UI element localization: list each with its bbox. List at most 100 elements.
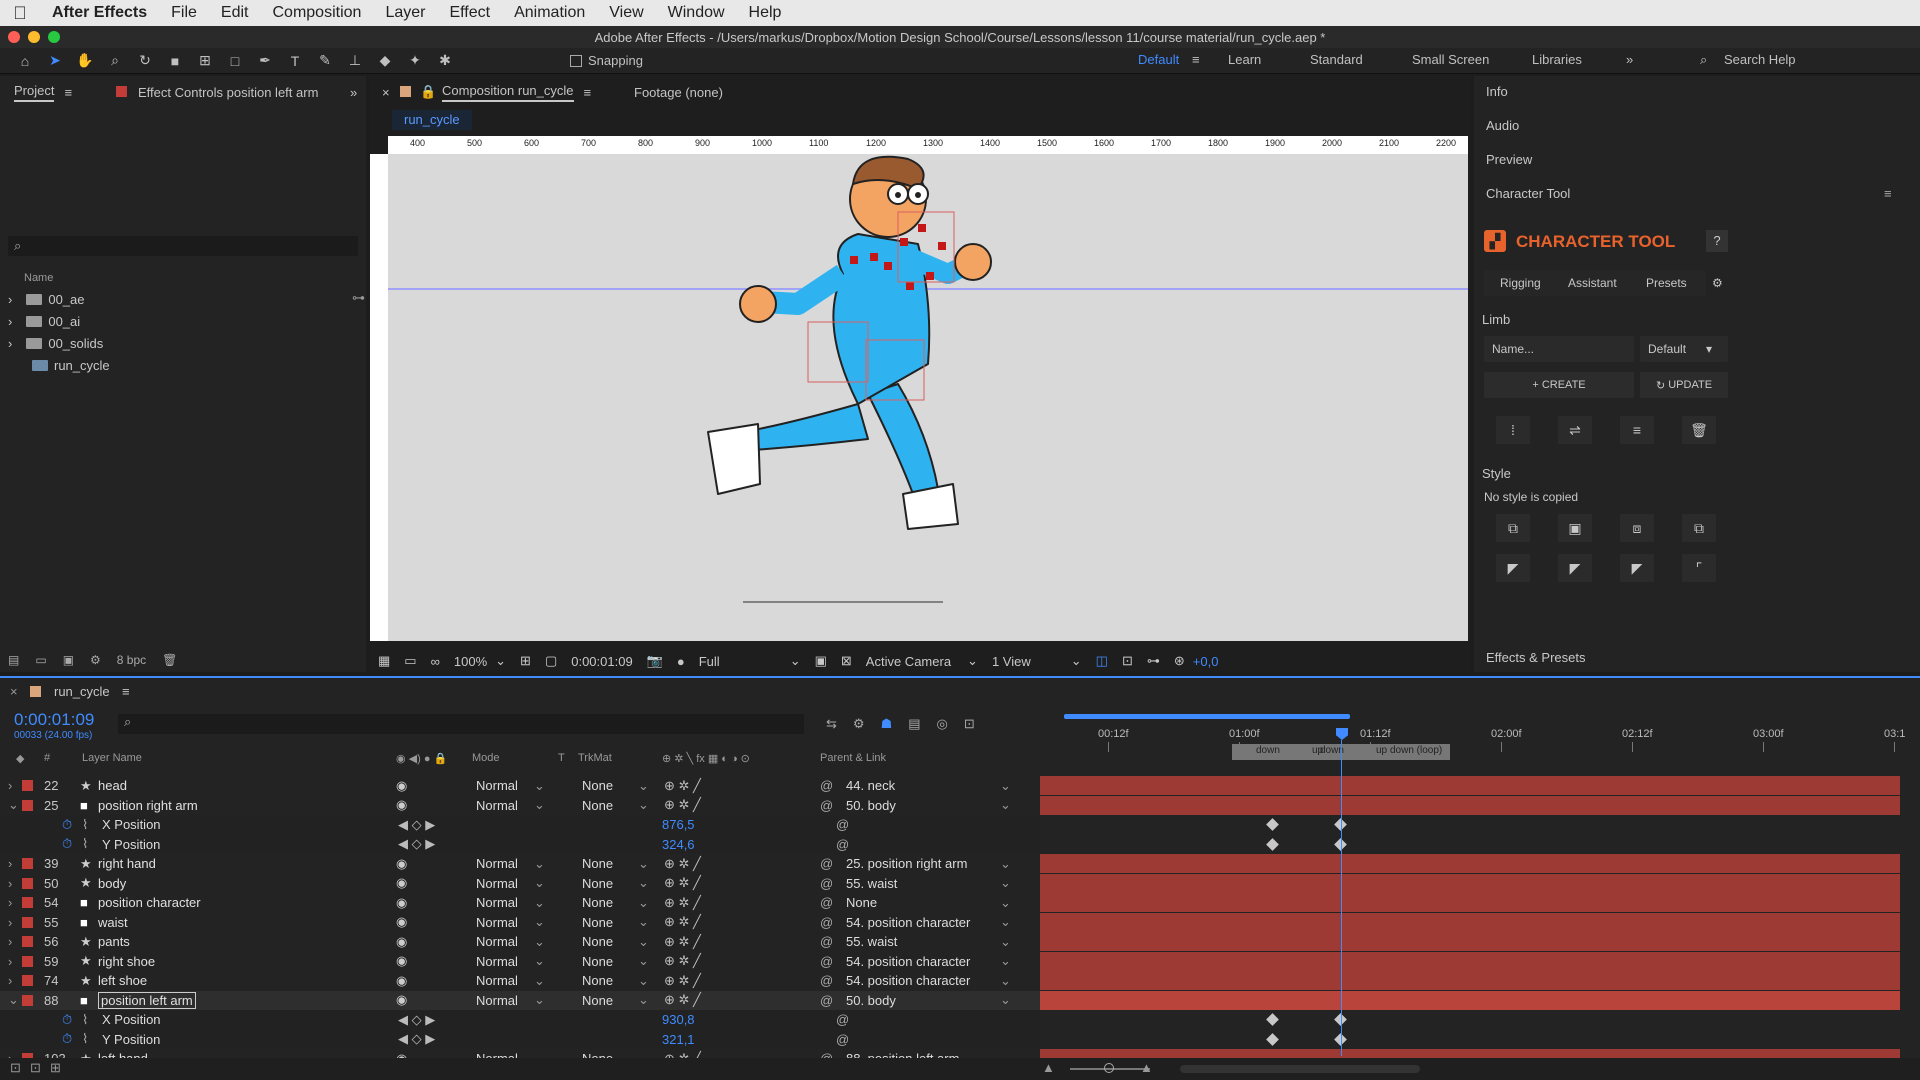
corner-style-3-icon[interactable]: ◤ — [1620, 554, 1654, 582]
graph-icon[interactable]: ⌇ — [82, 817, 88, 833]
chevron-right-icon[interactable]: › — [8, 915, 12, 930]
parent-dropdown[interactable]: None — [846, 895, 877, 910]
pick-whip-icon[interactable]: @ — [820, 778, 833, 793]
layer-row[interactable]: › 54 ■ position character ◉ Normal ⌄ None ⌄ ⊕ ✲ ╱… — [0, 893, 1040, 912]
shy-layers-icon[interactable]: ☗ — [881, 716, 893, 732]
chevron-right-icon[interactable]: › — [8, 856, 12, 871]
pan-behind-tool-icon[interactable]: ⊞ — [192, 50, 218, 72]
menu-layer[interactable]: Layer — [373, 4, 437, 22]
chevron-right-icon[interactable]: › — [8, 954, 12, 969]
layer-label-swatch[interactable] — [22, 916, 33, 928]
delete-icon[interactable]: 🗑 — [162, 653, 177, 667]
chevron-down-icon[interactable]: ⌄ — [638, 992, 649, 1008]
visibility-eye-icon[interactable]: ◉ — [396, 934, 407, 950]
info-panel-header[interactable]: Info — [1486, 84, 1508, 99]
layer-switches[interactable]: ⊕ ✲ ╱ — [664, 992, 701, 1008]
toggle-switches-icon[interactable]: ⊡ — [10, 1060, 21, 1076]
create-button[interactable]: + CREATE — [1484, 372, 1634, 398]
chevron-right-icon[interactable]: › — [8, 292, 12, 307]
layer-switches[interactable]: ⊕ ✲ ╱ — [664, 797, 701, 813]
draft-3d-icon[interactable]: ⚙ — [853, 716, 865, 732]
close-tab-icon[interactable]: × — [382, 78, 390, 106]
expression-pick-whip-icon[interactable]: @ — [836, 1012, 849, 1027]
rotate-tool-icon[interactable]: ↻ — [132, 50, 158, 72]
timeline-scrollbar[interactable] — [1180, 1065, 1420, 1073]
chevron-down-icon[interactable]: ⌄ — [1000, 875, 1011, 891]
chevron-down-icon[interactable]: ⌄ — [638, 973, 649, 989]
copy-style-icon[interactable]: ⧉ — [1496, 514, 1530, 542]
blend-mode-dropdown[interactable]: Normal — [476, 934, 518, 949]
preview-panel-header[interactable]: Preview — [1486, 152, 1532, 167]
rectangle-tool-icon[interactable]: □ — [222, 50, 248, 72]
layer-duration-bar[interactable] — [1040, 912, 1900, 932]
composition-tab[interactable]: Composition run_cycle ≡ — [442, 78, 591, 106]
layer-name[interactable]: right shoe — [98, 954, 155, 969]
property-row[interactable]: ⏱ ⌇ Y Position ◀ ◇ ▶ 324,6 @ — [0, 834, 1040, 854]
property-row[interactable]: ⏱ ⌇ X Position ◀ ◇ ▶ 876,5 @ — [0, 815, 1040, 834]
views-dropdown[interactable]: 1 View — [992, 654, 1031, 669]
blend-mode-dropdown[interactable]: Normal — [476, 798, 518, 813]
panel-menu-icon[interactable]: ≡ — [584, 85, 592, 100]
new-composition-icon[interactable]: ▣ — [63, 653, 74, 667]
trkmat-dropdown[interactable]: None — [582, 915, 613, 930]
menu-window[interactable]: Window — [656, 4, 737, 22]
limb-name-input[interactable]: Name... — [1484, 336, 1634, 362]
layer-label-swatch[interactable] — [22, 994, 33, 1006]
layer-name-header[interactable]: Layer Name — [82, 752, 142, 764]
chevron-down-icon[interactable]: ⌄ — [534, 856, 545, 872]
blend-mode-dropdown[interactable]: Normal — [476, 876, 518, 891]
rig-joints-icon[interactable]: ⁞ — [1496, 416, 1530, 444]
toggle-pixel-aspect-icon[interactable]: ◫ — [1096, 653, 1108, 669]
effect-controls-tab[interactable]: Effect Controls position left arm — [138, 78, 318, 106]
t-header[interactable]: T — [558, 752, 565, 764]
project-item-run-cycle[interactable]: run_cycle — [8, 354, 110, 376]
trkmat-dropdown[interactable]: None — [582, 993, 613, 1008]
trkmat-header[interactable]: TrkMat — [578, 752, 612, 764]
layer-duration-bar[interactable] — [1040, 873, 1900, 893]
always-preview-icon[interactable]: ▦ — [378, 653, 390, 669]
chevron-down-icon[interactable]: ⌄ — [638, 953, 649, 969]
chevron-down-icon[interactable]: ⌄ — [534, 875, 545, 891]
help-button[interactable]: ? — [1706, 230, 1728, 252]
menu-animation[interactable]: Animation — [502, 4, 597, 22]
chevron-down-icon[interactable]: ⌄ — [1000, 895, 1011, 911]
layer-name[interactable]: left shoe — [98, 973, 147, 988]
layer-label-swatch[interactable] — [22, 877, 33, 889]
minimize-window-button[interactable] — [28, 31, 40, 43]
trkmat-dropdown[interactable]: None — [582, 973, 613, 988]
paste-style-icon[interactable]: ▣ — [1558, 514, 1592, 542]
snapshot-icon[interactable]: 📷 — [647, 653, 663, 669]
visibility-eye-icon[interactable]: ◉ — [396, 953, 407, 969]
puppet-tool-icon[interactable]: ✱ — [432, 50, 458, 72]
hand-tool-icon[interactable]: ✋ — [72, 50, 98, 72]
blend-mode-dropdown[interactable]: Normal — [476, 954, 518, 969]
panel-menu-icon[interactable]: ≡ — [64, 85, 72, 100]
chevron-down-icon[interactable]: ⌄ — [638, 914, 649, 930]
stopwatch-icon[interactable]: ⏱ — [62, 836, 72, 852]
menu-view[interactable]: View — [597, 4, 655, 22]
comp-flowchart-icon[interactable]: ⇆ — [826, 716, 837, 732]
work-area-bar[interactable] — [1064, 714, 1350, 719]
chevron-down-icon[interactable]: ⌄ — [638, 856, 649, 872]
workspace-small-screen[interactable]: Small Screen — [1412, 52, 1489, 67]
tab-assistant[interactable]: Assistant — [1568, 276, 1617, 290]
flowchart-icon[interactable]: ⊶ — [352, 290, 365, 306]
dotted-corner-icon[interactable]: ⌜ — [1682, 554, 1716, 582]
comp-marker[interactable]: down (loop) — [1390, 745, 1442, 756]
motion-blur-icon[interactable]: ◎ — [937, 716, 948, 732]
expression-pick-whip-icon[interactable]: @ — [836, 1032, 849, 1047]
layer-label-swatch[interactable] — [22, 955, 33, 967]
keyframe-navigator[interactable]: ◀ ◇ ▶ — [398, 836, 435, 852]
chevron-down-icon[interactable]: ⌄ — [534, 895, 545, 911]
layer-switches[interactable]: ⊕ ✲ ╱ — [664, 953, 701, 969]
layer-row[interactable]: › 56 ★ pants ◉ Normal ⌄ None ⌄ ⊕ ✲ ╱ @55. waist ⌄ — [0, 932, 1040, 951]
pick-whip-icon[interactable]: @ — [820, 856, 833, 871]
layer-duration-bar[interactable] — [1040, 795, 1900, 815]
av-features-header[interactable]: ◉ ◀) ● 🔒 — [396, 752, 447, 765]
workspace-libraries[interactable]: Libraries — [1532, 52, 1582, 67]
visibility-eye-icon[interactable]: ◉ — [396, 973, 407, 989]
layer-row[interactable]: › 39 ★ right hand ◉ Normal ⌄ None ⌄ ⊕ ✲ ╱ @25. pos… — [0, 854, 1040, 873]
chevron-down-icon[interactable]: ⌄ — [638, 875, 649, 891]
camera-tool-icon[interactable]: ■ — [162, 50, 188, 72]
graph-icon[interactable]: ⌇ — [82, 1031, 88, 1047]
